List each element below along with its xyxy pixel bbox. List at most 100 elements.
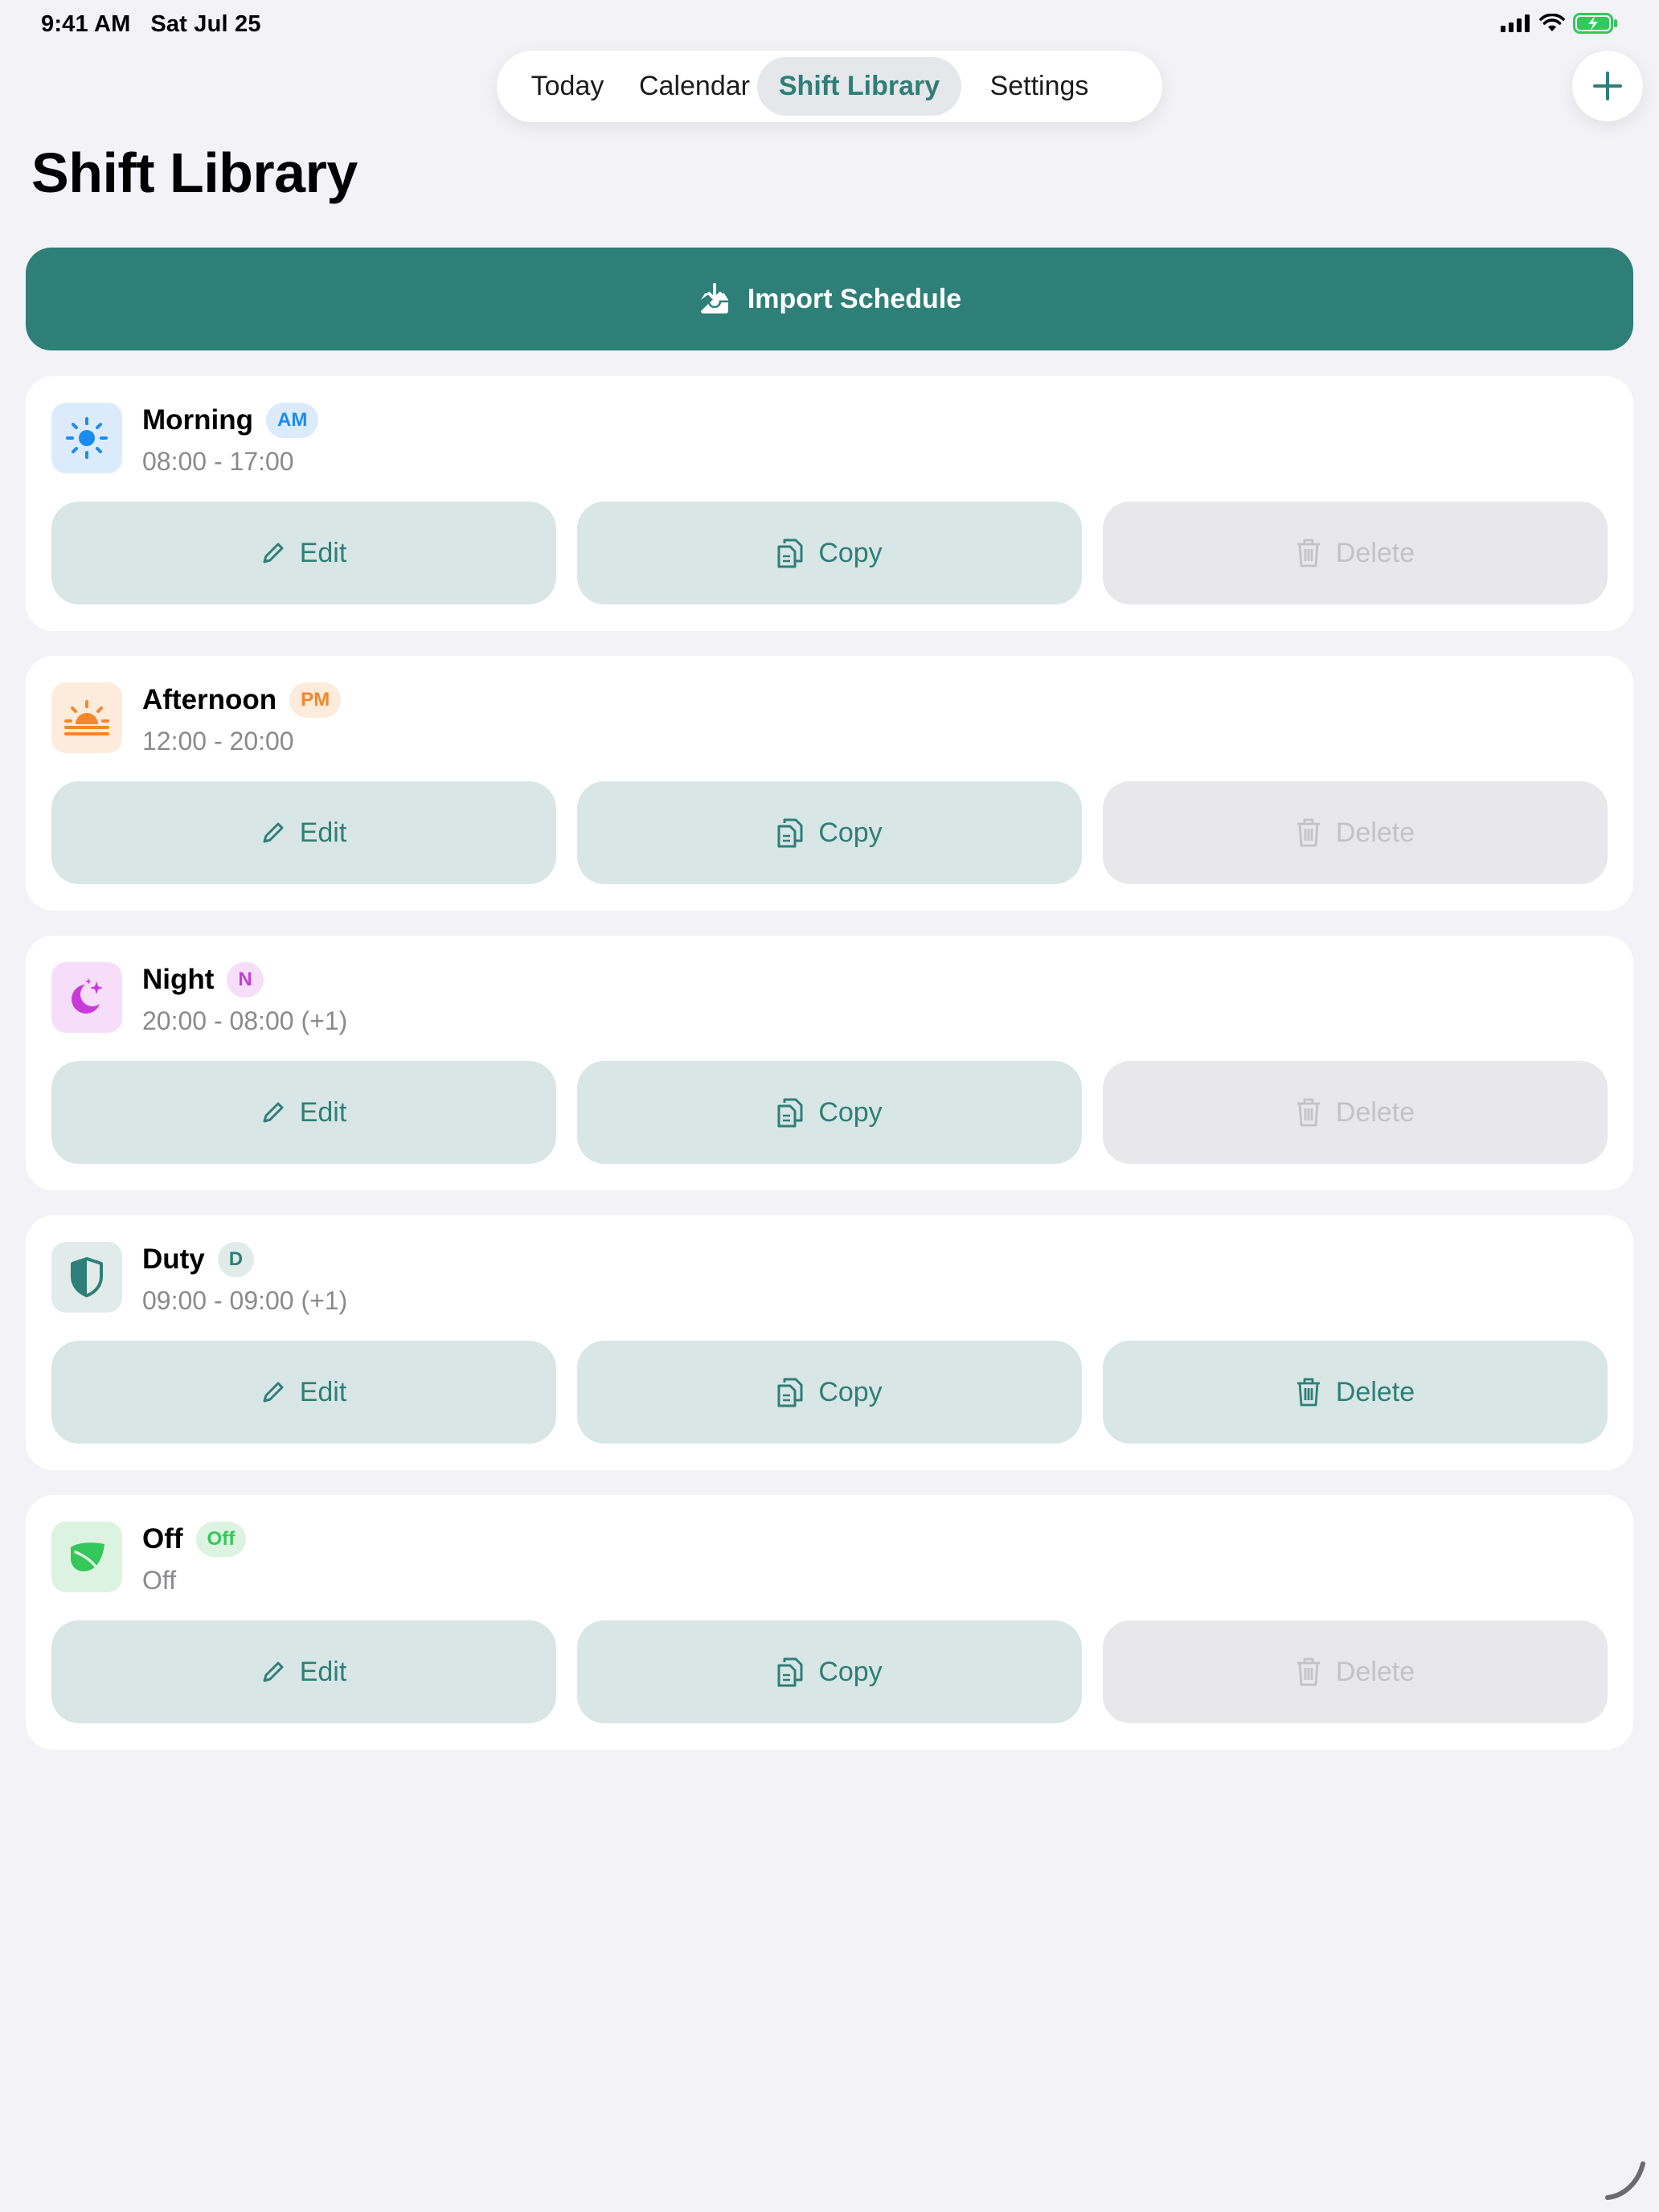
shift-actions: Edit Copy Delete [51,502,1608,604]
copy-button[interactable]: Copy [577,1620,1082,1723]
sunset-icon [64,700,109,735]
edit-label: Edit [299,817,347,848]
shift-time: 20:00 - 08:00 (+1) [142,1006,348,1035]
copy-button[interactable]: Copy [577,502,1082,604]
copy-label: Copy [818,1376,883,1407]
delete-label: Delete [1335,1376,1415,1407]
shift-badge: AM [266,403,319,438]
copy-icon [777,1378,803,1407]
copy-icon [777,1657,803,1687]
edit-button[interactable]: Edit [51,502,556,604]
delete-button[interactable]: Delete [1103,502,1608,604]
shift-header: Off Off [142,1522,247,1557]
shift-icon-tile [51,962,122,1033]
edit-button[interactable]: Edit [51,781,556,884]
moon-stars-icon [72,978,103,1014]
copy-label: Copy [818,817,883,848]
tray-download-icon [700,283,728,313]
tab-settings[interactable]: Settings [961,57,1117,116]
shift-name: Off [142,1523,183,1555]
pencil-icon [263,1382,284,1403]
resize-corner-indicator[interactable] [1603,2157,1648,2202]
shift-card-off: Off Off Off Edit Copy Delete [26,1495,1633,1750]
status-date: Sat Jul 25 [150,11,261,37]
shift-actions: Edit Copy Delete [51,1061,1608,1164]
edit-label: Edit [299,537,347,568]
tab-today[interactable]: Today [503,57,632,116]
trash-icon [1296,539,1320,567]
copy-button[interactable]: Copy [577,1061,1082,1164]
shift-name: Duty [142,1243,205,1275]
shift-card-afternoon: Afternoon PM 12:00 - 20:00 Edit Copy Del… [26,656,1633,911]
delete-button[interactable]: Delete [1103,1061,1608,1164]
shift-name: Afternoon [142,684,277,715]
shield-icon [71,1257,103,1297]
shift-badge: Off [195,1522,247,1557]
shift-time: 09:00 - 09:00 (+1) [142,1286,348,1315]
status-time: 9:41 AM Sat Jul 25 [41,11,261,38]
delete-button[interactable]: Delete [1103,781,1608,884]
page-title: Shift Library [31,141,358,204]
edit-button[interactable]: Edit [51,1341,556,1444]
trash-icon [1296,818,1320,847]
status-bar: 9:41 AM Sat Jul 25 [0,0,1659,51]
status-clock: 9:41 AM [41,11,131,37]
shift-actions: Edit Copy Delete [51,781,1608,884]
shift-actions: Edit Copy Delete [51,1341,1608,1444]
main-tab-bar: Today Calendar Shift Library Settings [497,51,1162,122]
tab-calendar[interactable]: Calendar [632,57,757,116]
copy-icon [777,1098,803,1128]
import-schedule-button[interactable]: Import Schedule [26,248,1633,350]
shift-header: Duty D [142,1242,255,1277]
app-screen: 9:41 AM Sat Jul 25 Today Calendar Shift … [0,0,1659,2212]
copy-label: Copy [818,537,883,568]
pencil-icon [263,543,284,563]
sun-icon [66,417,108,459]
status-indicators [1501,13,1618,34]
delete-button[interactable]: Delete [1103,1620,1608,1723]
trash-icon [1296,1098,1320,1127]
shift-actions: Edit Copy Delete [51,1620,1608,1723]
delete-label: Delete [1335,537,1415,568]
wifi-icon [1539,14,1565,31]
shift-icon-tile [51,403,122,473]
add-shift-button[interactable] [1572,51,1643,121]
battery-charging-icon [1573,13,1617,34]
plus-icon [1593,72,1622,100]
pencil-icon [263,1661,284,1682]
cellular-signal-icon [1501,14,1530,32]
copy-button[interactable]: Copy [577,781,1082,884]
shift-badge: N [227,962,264,997]
delete-button[interactable]: Delete [1103,1341,1608,1444]
copy-icon [777,818,803,848]
delete-label: Delete [1335,817,1415,848]
shift-card-night: Night N 20:00 - 08:00 (+1) Edit Copy Del… [26,936,1633,1190]
edit-button[interactable]: Edit [51,1061,556,1164]
shift-icon-tile [51,1242,122,1313]
edit-label: Edit [299,1096,347,1128]
shift-time: 12:00 - 20:00 [142,727,294,756]
copy-button[interactable]: Copy [577,1341,1082,1444]
edit-button[interactable]: Edit [51,1620,556,1723]
shift-badge: D [217,1242,255,1277]
delete-label: Delete [1335,1096,1415,1128]
shift-header: Afternoon PM [142,682,342,718]
leaf-icon [71,1542,104,1571]
edit-label: Edit [299,1376,347,1407]
trash-icon [1296,1378,1320,1407]
copy-label: Copy [818,1656,883,1687]
pencil-icon [263,822,284,843]
shift-time: 08:00 - 17:00 [142,447,294,476]
edit-label: Edit [299,1656,347,1687]
shift-name: Morning [142,404,254,436]
shift-time: Off [142,1566,177,1595]
shift-card-morning: Morning AM 08:00 - 17:00 Edit Copy Delet… [26,376,1633,631]
shift-name: Night [142,964,215,995]
shift-header: Night N [142,962,264,997]
shift-icon-tile [51,1522,122,1592]
tab-shift-library[interactable]: Shift Library [757,57,961,116]
import-schedule-label: Import Schedule [747,283,962,314]
copy-icon [777,539,803,568]
shift-icon-tile [51,682,122,753]
trash-icon [1296,1657,1320,1686]
